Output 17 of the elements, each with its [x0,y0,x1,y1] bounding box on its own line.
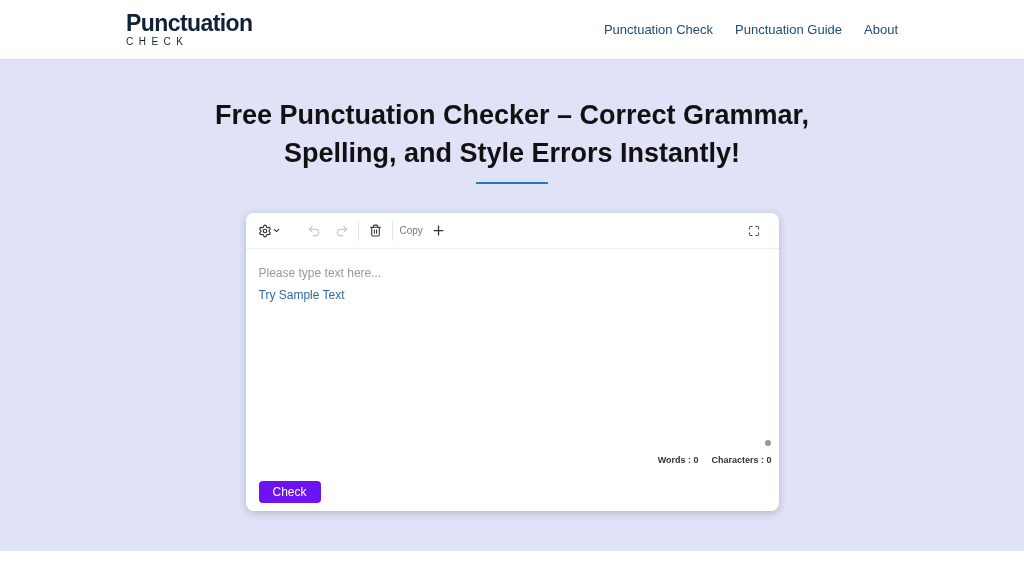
fullscreen-icon[interactable] [747,224,760,237]
copy-button[interactable]: Copy [399,223,423,238]
nav-link[interactable]: Punctuation Guide [735,19,842,40]
logo-title[interactable]: Punctuation [126,12,253,35]
add-icon[interactable] [430,223,446,238]
count-label: Characters : 0 [711,453,772,467]
resize-handle-icon[interactable] [764,439,771,446]
page-heading: Free Punctuation Checker – Correct Grammar, Spelling, and Style Errors Instantly! [213,99,811,170]
sample-text-link[interactable]: Try Sample Text [258,286,345,304]
logo-subtitle: CHECK [126,37,190,47]
settings-icon[interactable] [257,223,281,238]
delete-icon[interactable] [368,224,382,237]
count-label: Words : 0 [657,453,699,467]
nav-link[interactable]: Punctuation Check [603,19,714,40]
check-button[interactable]: Check [258,481,321,503]
text-input[interactable]: Please type text here... [258,264,766,282]
nav-link[interactable]: About [864,19,898,40]
